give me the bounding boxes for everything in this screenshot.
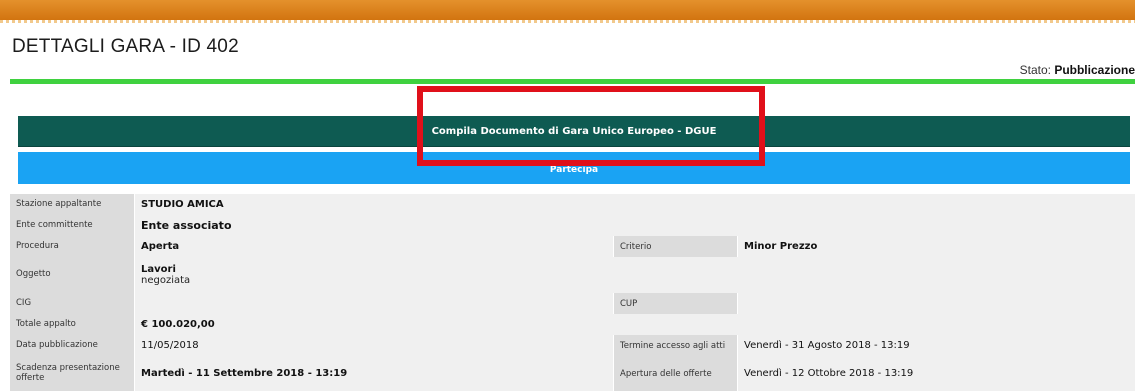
status-value: Pubblicazione	[1054, 63, 1135, 77]
stazione-appaltante-value: STUDIO AMICA	[135, 194, 1135, 215]
cig-value	[135, 293, 613, 314]
header-divider	[0, 20, 1135, 23]
data-pubblicazione-value: 11/05/2018	[135, 335, 613, 356]
termine-accesso-label: Termine accesso agli atti	[613, 335, 738, 356]
table-row: Totale appalto € 100.020,00	[10, 314, 1135, 335]
criterio-value: Minor Prezzo	[738, 236, 1135, 257]
stazione-appaltante-label: Stazione appaltante	[10, 194, 135, 215]
scadenza-offerte-value: Martedì - 11 Settembre 2018 - 13:19	[135, 356, 613, 391]
highlight-box	[417, 86, 765, 166]
table-row: Data pubblicazione 11/05/2018 Termine ac…	[10, 335, 1135, 356]
ente-committente-value: Ente associato	[135, 215, 1135, 236]
status-label: Stato:	[1019, 63, 1051, 77]
table-row: Stazione appaltante STUDIO AMICA	[10, 194, 1135, 215]
totale-appalto-value: € 100.020,00	[135, 314, 1135, 335]
oggetto-value: Lavori negoziata	[135, 257, 1135, 293]
totale-appalto-label: Totale appalto	[10, 314, 135, 335]
data-pubblicazione-label: Data pubblicazione	[10, 335, 135, 356]
apertura-offerte-label: Apertura delle offerte	[613, 356, 738, 391]
procedura-value: Aperta	[135, 236, 613, 257]
apertura-offerte-value: Venerdì - 12 Ottobre 2018 - 13:19	[738, 356, 1135, 391]
table-row: Oggetto Lavori negoziata	[10, 257, 1135, 293]
criterio-label: Criterio	[613, 236, 738, 257]
status-indicator: Stato: Pubblicazione	[1020, 63, 1135, 77]
oggetto-value-sub: negoziata	[141, 275, 191, 286]
termine-accesso-value: Venerdì - 31 Agosto 2018 - 13:19	[738, 335, 1135, 356]
scadenza-offerte-label: Scadenza presentazione offerte	[10, 356, 135, 391]
top-header-bar	[0, 0, 1135, 20]
table-row: Scadenza presentazione offerte Martedì -…	[10, 356, 1135, 391]
cup-label: CUP	[613, 293, 738, 314]
oggetto-label: Oggetto	[10, 257, 135, 293]
procedura-label: Procedura	[10, 236, 135, 257]
cig-label: CIG	[10, 293, 135, 314]
status-divider	[10, 79, 1135, 84]
cup-value	[738, 293, 1135, 314]
page-title: DETTAGLI GARA - ID 402	[12, 36, 239, 57]
table-row: CIG CUP	[10, 293, 1135, 314]
table-row: Ente committente Ente associato	[10, 215, 1135, 236]
partecipa-button-label: Partecipa	[549, 165, 599, 175]
table-row: Procedura Aperta Criterio Minor Prezzo	[10, 236, 1135, 257]
ente-committente-label: Ente committente	[10, 215, 135, 236]
oggetto-value-main: Lavori	[141, 264, 176, 275]
